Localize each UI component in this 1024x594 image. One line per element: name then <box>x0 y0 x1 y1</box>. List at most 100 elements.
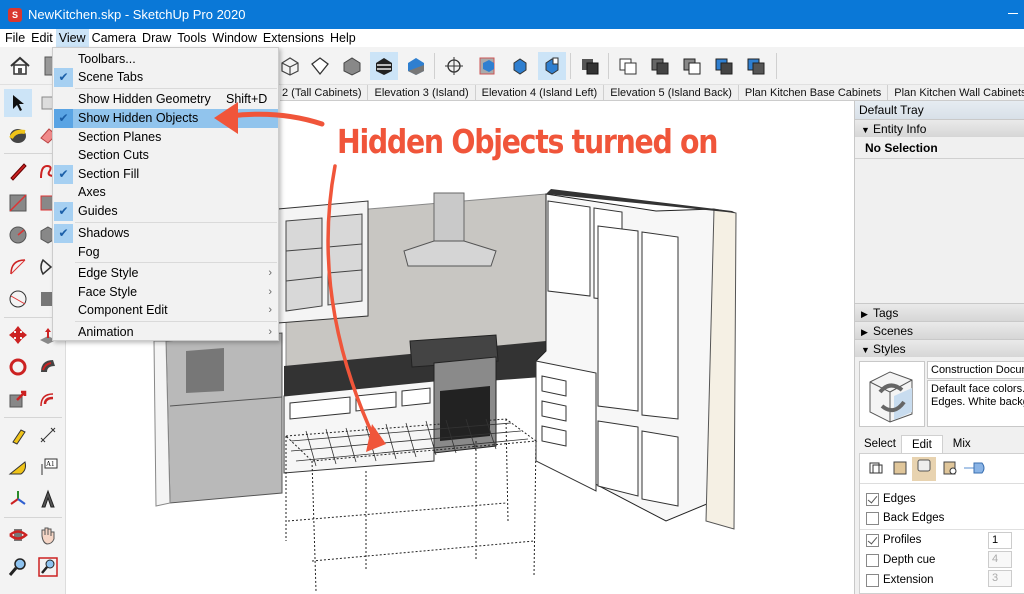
menu-item-section-planes[interactable]: Section Planes <box>54 128 278 147</box>
menu-item-show-hidden-geometry[interactable]: Show Hidden Geometry Shift+D <box>54 90 278 109</box>
union-icon[interactable] <box>614 52 642 80</box>
text-icon[interactable]: A1 <box>34 453 62 481</box>
menu-item-show-hidden-objects[interactable]: ✔ Show Hidden Objects <box>54 109 278 128</box>
menu-file[interactable]: File <box>2 29 28 47</box>
subtract-icon[interactable] <box>710 52 738 80</box>
default-tray: Default Tray ▼ Entity Info No Selection ▶… <box>854 101 1024 594</box>
two-point-arc-icon[interactable] <box>4 285 32 313</box>
depth-cue-input[interactable]: 4 <box>988 551 1012 568</box>
zoom-window-icon[interactable] <box>34 553 62 581</box>
pan-icon[interactable] <box>34 521 62 549</box>
menu-item-section-cuts[interactable]: Section Cuts <box>54 146 278 165</box>
menu-view[interactable]: View <box>55 29 89 47</box>
trim-icon[interactable] <box>742 52 770 80</box>
pencil-icon[interactable] <box>4 157 32 185</box>
dimension-icon[interactable] <box>34 421 62 449</box>
menu-item-component-edit[interactable]: Component Edit › <box>54 301 278 320</box>
protractor-icon[interactable] <box>4 453 32 481</box>
styles-header[interactable]: ▼ Styles <box>855 339 1024 357</box>
tab-select[interactable]: Select <box>859 435 901 453</box>
circle-icon[interactable] <box>4 221 32 249</box>
checkmark-icon: ✔ <box>54 109 73 128</box>
profiles-checkbox-row[interactable]: Profiles <box>866 531 921 549</box>
axes-icon[interactable] <box>4 485 32 513</box>
tape-measure-icon[interactable] <box>4 421 32 449</box>
menu-help[interactable]: Help <box>327 29 359 47</box>
scene-tab[interactable]: 2 (Tall Cabinets) <box>280 85 369 100</box>
menu-item-section-fill[interactable]: ✔ Section Fill <box>54 165 278 184</box>
scale-icon[interactable] <box>4 385 32 413</box>
back-edges-checkbox-row[interactable]: Back Edges <box>866 509 944 527</box>
orbit-tool-icon[interactable] <box>4 521 32 549</box>
scene-tab[interactable]: Elevation 3 (Island) <box>368 85 476 100</box>
shaded-textures-icon[interactable] <box>402 52 430 80</box>
menu-extensions[interactable]: Extensions <box>260 29 327 47</box>
menu-window[interactable]: Window <box>209 29 259 47</box>
outer-shell-icon[interactable] <box>646 52 674 80</box>
section-plane-icon[interactable] <box>474 52 502 80</box>
menu-item-face-style[interactable]: Face Style › <box>54 283 278 302</box>
move-icon[interactable] <box>4 321 32 349</box>
scene-tab[interactable]: Plan Kitchen Wall Cabinets <box>888 85 1024 100</box>
section-cut-icon[interactable] <box>538 52 566 80</box>
menu-item-edge-style[interactable]: Edge Style › <box>54 264 278 283</box>
face-settings-icon[interactable] <box>892 460 908 476</box>
rectangle-icon[interactable] <box>4 189 32 217</box>
paint-bucket-icon[interactable] <box>4 121 32 149</box>
select-icon[interactable] <box>4 89 32 117</box>
extension-input[interactable]: 3 <box>988 570 1012 587</box>
shaded-icon[interactable] <box>370 52 398 80</box>
menu-item-scene-tabs[interactable]: ✔ Scene Tabs <box>54 68 278 87</box>
scene-tab[interactable]: Plan Kitchen Base Cabinets <box>739 85 889 100</box>
minimize-button[interactable] <box>1008 13 1018 14</box>
menu-tools[interactable]: Tools <box>174 29 209 47</box>
menu-item-guides[interactable]: ✔ Guides <box>54 202 278 221</box>
edges-checkbox-row[interactable]: Edges <box>866 490 916 508</box>
extension-checkbox[interactable] <box>866 573 879 587</box>
follow-me-icon[interactable] <box>34 353 62 381</box>
offset-icon[interactable] <box>34 385 62 413</box>
profiles-width-input[interactable]: 1 <box>988 532 1012 549</box>
arc-icon[interactable] <box>4 253 32 281</box>
svg-text:A1: A1 <box>46 460 55 468</box>
menu-item-fog[interactable]: Fog <box>54 243 278 262</box>
back-edges-checkbox[interactable] <box>866 511 879 525</box>
tab-edit[interactable]: Edit <box>900 435 943 453</box>
hidden-line-icon[interactable] <box>338 52 366 80</box>
style-name-field[interactable]: Construction Docume <box>927 361 1024 379</box>
menu-item-toolbars[interactable]: Toolbars... <box>54 50 278 69</box>
rotate-icon[interactable] <box>4 353 32 381</box>
extension-checkbox-row[interactable]: Extension <box>866 571 934 589</box>
scene-tab[interactable]: Elevation 4 (Island Left) <box>476 85 605 100</box>
3d-text-icon[interactable] <box>34 485 62 513</box>
profiles-checkbox[interactable] <box>866 533 879 547</box>
edges-checkbox[interactable] <box>866 492 879 506</box>
menu-item-axes[interactable]: Axes <box>54 183 278 202</box>
menu-edit[interactable]: Edit <box>28 29 56 47</box>
modeling-settings-icon[interactable] <box>964 460 988 476</box>
tags-header[interactable]: ▶ Tags <box>855 303 1024 321</box>
style-description-field[interactable]: Default face colors. P Edges. White back… <box>927 380 1024 427</box>
menu-camera[interactable]: Camera <box>89 29 139 47</box>
tab-mix[interactable]: Mix <box>943 435 976 453</box>
background-settings-icon[interactable] <box>912 457 936 481</box>
edge-settings-icon[interactable] <box>868 460 884 476</box>
section-display-icon[interactable] <box>506 52 534 80</box>
scenes-header[interactable]: ▶ Scenes <box>855 321 1024 339</box>
depth-cue-checkbox-row[interactable]: Depth cue <box>866 551 935 569</box>
xray-icon[interactable] <box>276 52 304 80</box>
warehouse-icon[interactable] <box>6 52 34 80</box>
menu-item-shadows[interactable]: ✔ Shadows <box>54 224 278 243</box>
menu-draw[interactable]: Draw <box>139 29 174 47</box>
depth-cue-checkbox[interactable] <box>866 553 879 567</box>
watermark-settings-icon[interactable] <box>942 460 958 476</box>
intersect-icon[interactable] <box>678 52 706 80</box>
orbit-icon[interactable] <box>440 52 468 80</box>
update-style-icon[interactable] <box>859 361 925 427</box>
scene-tab[interactable]: Elevation 5 (Island Back) <box>604 85 739 100</box>
section-fill-icon[interactable] <box>576 52 604 80</box>
wireframe-icon[interactable] <box>306 52 334 80</box>
menu-item-animation[interactable]: Animation › <box>54 323 278 342</box>
entity-info-header[interactable]: ▼ Entity Info <box>855 119 1024 137</box>
zoom-icon[interactable] <box>4 553 32 581</box>
